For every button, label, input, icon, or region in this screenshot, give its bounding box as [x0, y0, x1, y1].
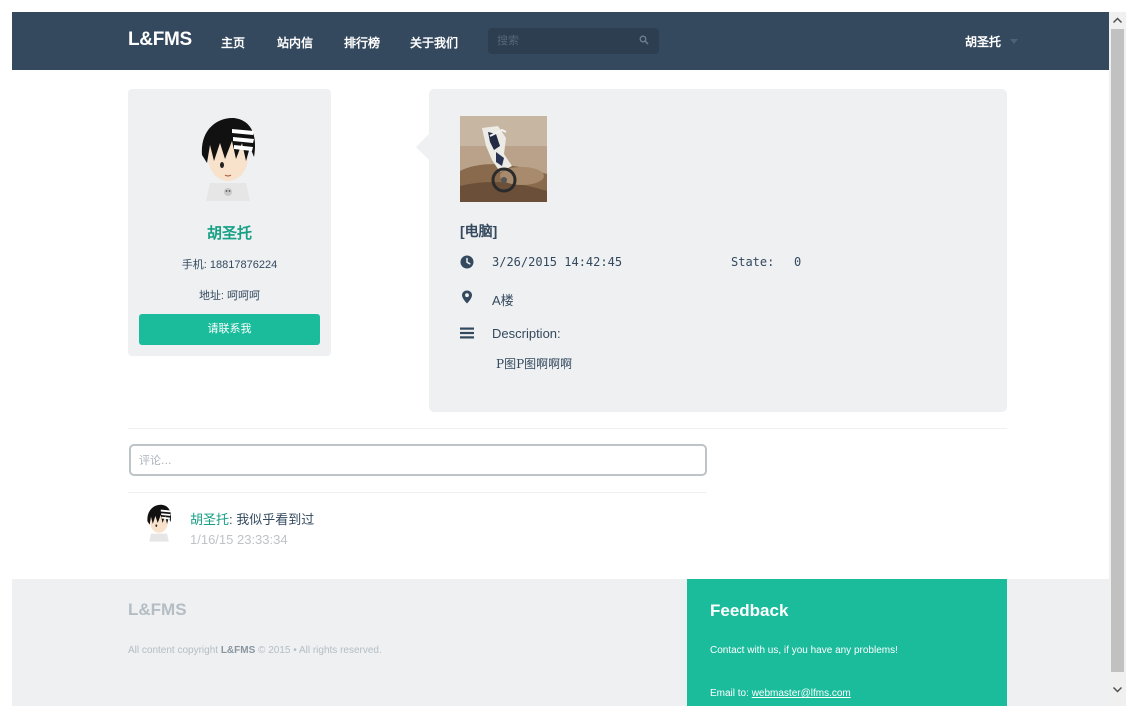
copyright-prefix: All content copyright: [128, 645, 221, 656]
comment-author[interactable]: 胡圣托: [190, 512, 229, 527]
section-divider: [128, 428, 1007, 429]
email-link[interactable]: webmaster@lfms.com: [752, 688, 851, 699]
map-marker-icon: [462, 290, 472, 304]
search-input[interactable]: [488, 28, 628, 53]
footer-brand: L&FMS: [128, 600, 187, 619]
profile-name: 胡圣托: [206, 225, 252, 242]
search-box: [488, 28, 659, 54]
user-menu[interactable]: 胡圣托: [965, 33, 1001, 50]
copyright-suffix: © 2015 • All rights reserved.: [255, 645, 382, 656]
item-location: A楼: [492, 293, 514, 308]
scroll-down-arrow-icon[interactable]: [1109, 681, 1126, 698]
page-frame: L&FMS 主页 站内信 排行榜 关于我们 胡圣托 胡圣: [12, 12, 1109, 706]
nav-link-messages[interactable]: 站内信: [277, 34, 313, 51]
clock-icon: [460, 255, 474, 269]
profile-address: 地址: 呵呵呵: [198, 290, 261, 302]
item-state-value: 0: [794, 255, 802, 269]
scrollbar-thumb[interactable]: [1111, 29, 1124, 672]
feedback-panel: Feedback Contact with us, if you have an…: [687, 579, 1007, 706]
feedback-email: Email to: webmaster@lfms.com: [710, 688, 851, 699]
detail-card-pointer: [416, 133, 430, 161]
list-icon: [460, 327, 474, 339]
comment-text: 我似乎看到过: [236, 512, 315, 527]
caret-down-icon[interactable]: [1010, 39, 1018, 44]
item-time: 3/26/2015 14:42:45: [492, 255, 623, 269]
brand-logo[interactable]: L&FMS: [128, 29, 192, 51]
item-description: P图P图啊啊啊: [496, 357, 573, 371]
copyright-brand: L&FMS: [220, 645, 256, 656]
nav-link-home[interactable]: 主页: [221, 34, 245, 51]
contact-me-button[interactable]: 请联系我: [139, 314, 320, 345]
comment-time: 1/16/15 23:33:34: [190, 532, 288, 547]
footer-copyright: All content copyright L&FMS © 2015 • All…: [128, 645, 382, 656]
feedback-title: Feedback: [710, 601, 789, 620]
search-icon[interactable]: [639, 35, 649, 45]
navbar: L&FMS 主页 站内信 排行榜 关于我们 胡圣托: [12, 12, 1109, 70]
profile-card: 胡圣托 手机: 18817876224 地址: 呵呵呵 请联系我: [128, 89, 331, 356]
comment-divider: [128, 492, 706, 493]
feedback-email-prefix: Email to:: [710, 688, 752, 699]
comment-avatar: [147, 504, 172, 542]
comment-input[interactable]: [129, 444, 707, 476]
profile-phone: 手机: 18817876224: [181, 259, 278, 271]
scroll-up-arrow-icon[interactable]: [1109, 12, 1126, 29]
nav-link-leaderboard[interactable]: 排行榜: [344, 34, 380, 51]
footer: L&FMS All content copyright L&FMS © 2015…: [12, 579, 1109, 706]
item-state-label: State:: [731, 255, 775, 269]
comment-item: 胡圣托: 我似乎看到过: [190, 509, 314, 528]
nav-link-about[interactable]: 关于我们: [410, 34, 458, 51]
item-category: [电脑]: [460, 223, 498, 239]
feedback-text: Contact with us, if you have any problem…: [710, 645, 898, 656]
avatar: [201, 117, 256, 201]
item-description-label: Description:: [492, 326, 561, 341]
scrollbar[interactable]: [1109, 12, 1126, 706]
item-photo[interactable]: [460, 116, 547, 202]
item-detail-card: [电脑] 3/26/2015 14:42:45 State: 0 A楼 Desc…: [429, 89, 1007, 412]
